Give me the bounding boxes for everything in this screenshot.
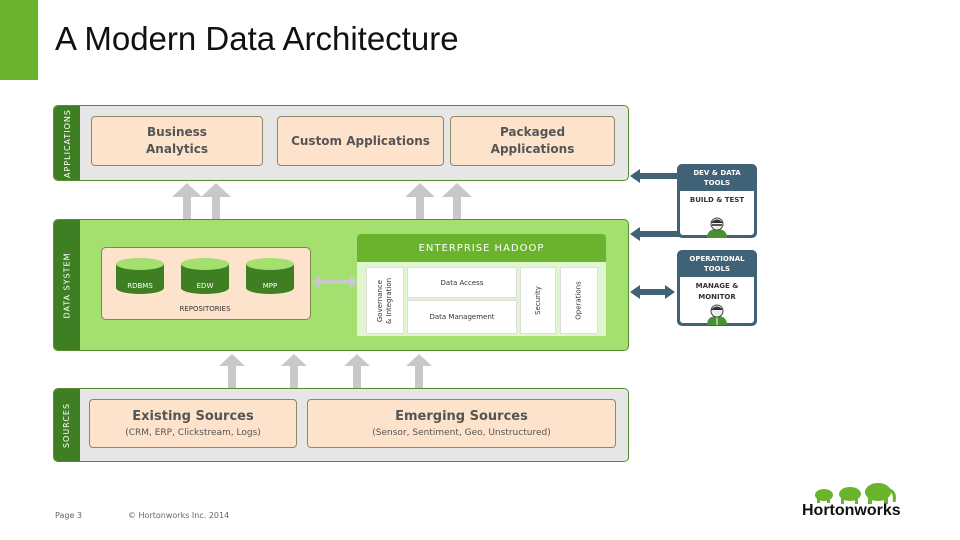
accent-bar (0, 0, 38, 80)
operational-tools-panel: OPERATIONAL TOOLS MANAGE & MONITOR (677, 250, 757, 326)
repository-cylinders (116, 258, 294, 294)
data-access-cell: Data Access (407, 267, 517, 298)
security-cell: Security (520, 267, 556, 334)
page-title: A Modern Data Architecture (55, 20, 459, 57)
sources-layer-label: SOURCES (54, 389, 80, 461)
repo-hadoop-arrow (312, 275, 358, 289)
up-arrow-source-2 (281, 354, 307, 390)
edw-label: EDW (196, 282, 214, 290)
enterprise-hadoop-header: ENTERPRISE HADOOP (357, 234, 606, 262)
business-analytics-box: Business Analytics (91, 116, 263, 166)
dev-tools-to-data-arrow (630, 227, 680, 241)
dev-data-tools-panel: DEV & DATA TOOLS BUILD & TEST (677, 164, 757, 238)
existing-sources-box: Existing Sources (CRM, ERP, Clickstream,… (89, 399, 297, 448)
source-arrows (219, 354, 432, 390)
up-arrow-source-4 (406, 354, 432, 390)
rdbms-label: RDBMS (127, 282, 153, 290)
custom-applications-box: Custom Applications (277, 116, 444, 166)
packaged-applications-box: Packaged Applications (450, 116, 615, 166)
tool-arrows (630, 169, 680, 299)
up-arrow-source-1 (219, 354, 245, 390)
ops-tools-bidirectional-arrow (630, 285, 675, 299)
repositories-label: REPOSITORIES (179, 305, 231, 313)
governance-integration-cell: Governance & Integration (366, 267, 404, 334)
page-number: Page 3 (55, 511, 82, 520)
mpp-label: MPP (262, 282, 278, 290)
applications-layer-label: APPLICATIONS (54, 106, 80, 180)
copyright: © Hortonworks Inc. 2014 (128, 511, 230, 520)
dev-tools-to-apps-arrow (630, 169, 680, 183)
elephants-logo-icon (815, 483, 896, 504)
developer-person-icon (707, 217, 727, 238)
data-management-cell: Data Management (407, 300, 517, 334)
emerging-sources-box: Emerging Sources (Sensor, Sentiment, Geo… (307, 399, 616, 448)
up-arrow-source-3 (344, 354, 370, 390)
operator-person-icon (707, 304, 727, 325)
operations-cell: Operations (560, 267, 598, 334)
data-system-layer-label: DATA SYSTEM (54, 220, 80, 350)
hortonworks-logo-text: Hortonworks (802, 502, 901, 519)
